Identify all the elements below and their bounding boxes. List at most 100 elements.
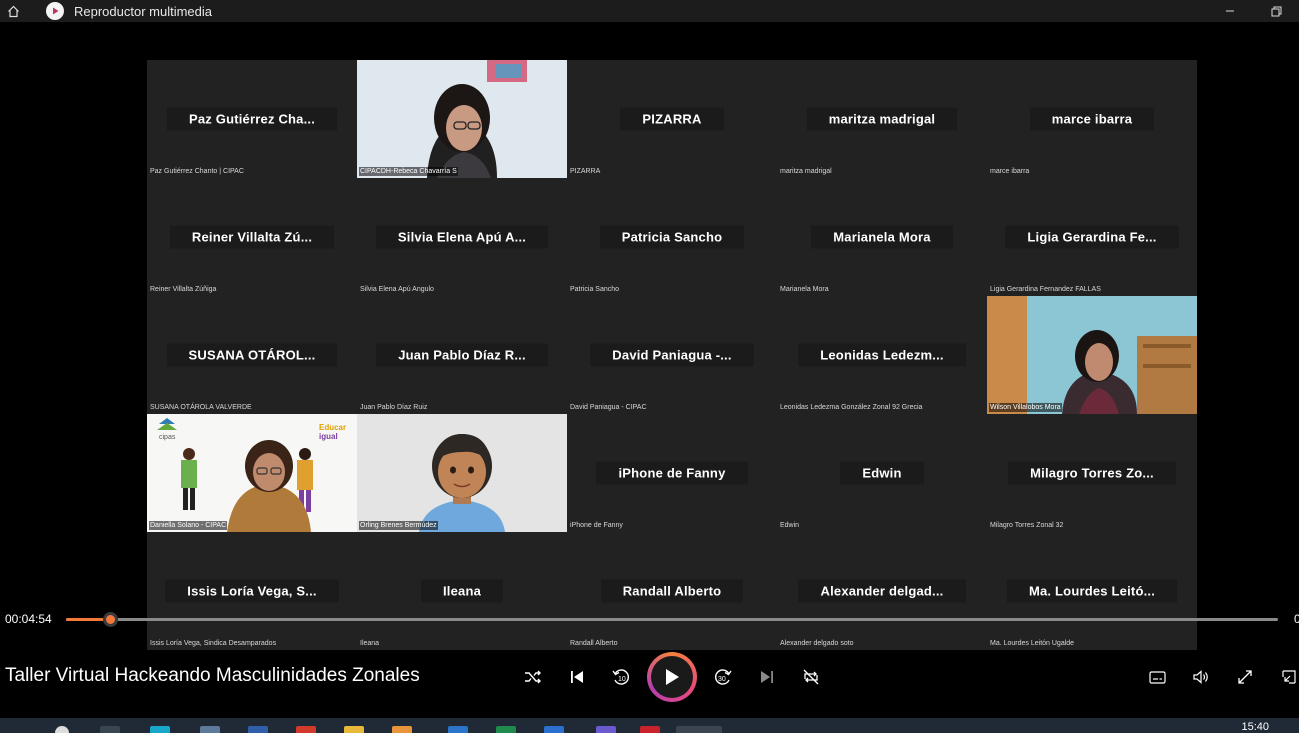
- acrobat-icon[interactable]: [640, 726, 660, 733]
- seek-bar-thumb[interactable]: [102, 612, 118, 627]
- participant-label: Daniella Solano - CIPAC: [149, 521, 228, 530]
- participant-label: SUSANA OTÁROLA VALVERDE: [150, 404, 252, 411]
- elapsed-time: 00:04:54: [5, 612, 52, 626]
- previous-icon[interactable]: [562, 662, 592, 692]
- home-icon[interactable]: [0, 0, 26, 22]
- folder-icon[interactable]: [344, 726, 364, 733]
- participant-tile[interactable]: Leonidas Ledezm... Leonidas Ledezma Gonzá…: [777, 296, 987, 414]
- repeat-off-icon[interactable]: [796, 662, 826, 692]
- participant-label: marce ibarra: [990, 168, 1030, 175]
- subtitles-icon[interactable]: [1142, 662, 1172, 692]
- participant-label: David Paniagua - CIPAC: [570, 404, 647, 411]
- svg-text:igual: igual: [319, 432, 338, 441]
- volume-icon[interactable]: [1186, 662, 1216, 692]
- participant-tile[interactable]: Ileana Ileana: [357, 532, 567, 650]
- participant-name-plate: Marianela Mora: [777, 225, 987, 249]
- participants-grid: Paz Gutiérrez Cha... Paz Gutiérrez Chanto…: [147, 60, 1197, 650]
- teams-icon[interactable]: [248, 726, 268, 733]
- participant-label: Randall Alberto: [570, 640, 618, 647]
- chrome-icon[interactable]: [296, 726, 316, 733]
- participant-label: Juan Pablo Díaz Ruiz: [360, 404, 428, 411]
- excel-icon[interactable]: [496, 726, 516, 733]
- participant-tile[interactable]: CIPACDH-Rebeca Chavarría S: [357, 60, 567, 178]
- participant-tile[interactable]: Juan Pablo Díaz R... Juan Pablo Díaz Ruiz: [357, 296, 567, 414]
- participant-tile[interactable]: Issis Loría Vega, S... Issis Loría Vega, …: [147, 532, 357, 650]
- participant-display-name: maritza madrigal: [806, 107, 958, 131]
- participant-label: CIPACDH-Rebeca Chavarría S: [359, 167, 458, 176]
- participant-name-plate: Ligia Gerardina Fe...: [987, 225, 1197, 249]
- participant-display-name: Milagro Torres Zo...: [1008, 461, 1176, 485]
- svg-text:30: 30: [718, 676, 726, 683]
- participant-tile[interactable]: Ma. Lourdes Leitó... Ma. Lourdes Leitón U…: [987, 532, 1197, 650]
- participant-label: Patricia Sancho: [570, 286, 620, 293]
- fullscreen-icon[interactable]: [1230, 662, 1260, 692]
- teams-chat-icon[interactable]: [596, 726, 616, 733]
- edge-icon[interactable]: [150, 726, 170, 733]
- media-player-taskbar-icon[interactable]: [676, 726, 722, 733]
- participant-label: Silvia Elena Apú Angulo: [360, 286, 434, 293]
- participant-name-plate: Patricia Sancho: [567, 225, 777, 249]
- minimize-button[interactable]: [1207, 0, 1253, 22]
- search-icon[interactable]: [55, 726, 69, 733]
- firefox-icon[interactable]: [392, 726, 412, 733]
- participant-name-plate: Issis Loría Vega, S...: [147, 579, 357, 603]
- participant-tile[interactable]: cipas Educar igual Daniella Solano - CIP…: [147, 414, 357, 532]
- participant-label: Reiner Villalta Zúñiga: [150, 286, 217, 293]
- participant-tile[interactable]: David Paniagua -... David Paniagua - CIPA…: [567, 296, 777, 414]
- participant-label: iPhone de Fanny: [570, 522, 623, 529]
- participant-display-name: Randall Alberto: [600, 579, 744, 603]
- play-icon: [651, 656, 693, 698]
- participant-display-name: SUSANA OTÁROL...: [166, 343, 338, 367]
- participant-tile[interactable]: Paz Gutiérrez Cha... Paz Gutiérrez Chanto…: [147, 60, 357, 178]
- participant-name-plate: Ma. Lourdes Leitó...: [987, 579, 1197, 603]
- participant-avatar: [357, 414, 567, 532]
- participant-tile[interactable]: Randall Alberto Randall Alberto: [567, 532, 777, 650]
- play-button[interactable]: [647, 652, 697, 702]
- participant-tile[interactable]: iPhone de Fanny iPhone de Fanny: [567, 414, 777, 532]
- participant-tile[interactable]: Edwin Edwin: [777, 414, 987, 532]
- participant-tile[interactable]: Wilson Villalobos Mora: [987, 296, 1197, 414]
- participant-display-name: Ma. Lourdes Leitó...: [1006, 579, 1178, 603]
- participant-name-plate: Edwin: [777, 461, 987, 485]
- file-explorer-icon[interactable]: [200, 726, 220, 733]
- participant-display-name: Ligia Gerardina Fe...: [1005, 225, 1179, 249]
- participant-label: Wilson Villalobos Mora: [989, 403, 1062, 412]
- participant-label: Marianela Mora: [780, 286, 829, 293]
- participant-tile[interactable]: Reiner Villalta Zú... Reiner Villalta Zúñ…: [147, 178, 357, 296]
- participant-label: Ma. Lourdes Leitón Ugalde: [990, 640, 1075, 647]
- participant-tile[interactable]: Silvia Elena Apú A... Silvia Elena Apú An…: [357, 178, 567, 296]
- participant-tile[interactable]: Alexander delgad... Alexander delgado sot…: [777, 532, 987, 650]
- seek-bar[interactable]: [66, 618, 1278, 621]
- restore-button[interactable]: [1253, 0, 1299, 22]
- participant-display-name: Marianela Mora: [811, 225, 953, 249]
- participant-tile[interactable]: SUSANA OTÁROL... SUSANA OTÁROLA VALVERDE: [147, 296, 357, 414]
- participant-display-name: Juan Pablo Díaz R...: [376, 343, 548, 367]
- taskbar-clock: 15:40: [1241, 721, 1269, 733]
- next-icon[interactable]: [752, 662, 782, 692]
- mini-player-icon[interactable]: [1274, 662, 1299, 692]
- svg-text:10: 10: [618, 676, 626, 683]
- participant-tile[interactable]: Patricia Sancho Patricia Sancho: [567, 178, 777, 296]
- participant-tile[interactable]: Milagro Torres Zo... Milagro Torres Zonal…: [987, 414, 1197, 532]
- participant-label: Paz Gutiérrez Chanto | CIPAC: [150, 168, 244, 175]
- participant-tile[interactable]: Orling Brenes Bermúdez: [357, 414, 567, 532]
- participant-display-name: Reiner Villalta Zú...: [169, 225, 335, 249]
- participant-label: Ileana: [360, 640, 380, 647]
- skip-back-10-icon[interactable]: 10: [606, 662, 636, 692]
- task-view-icon[interactable]: [100, 726, 120, 733]
- participant-name-plate: Randall Alberto: [567, 579, 777, 603]
- word-icon[interactable]: [544, 726, 564, 733]
- participant-label: Leonidas Ledezma González Zonal 92 Greci…: [780, 404, 923, 411]
- participant-tile[interactable]: PIZARRA PIZARRA: [567, 60, 777, 178]
- participant-tile[interactable]: maritza madrigal maritza madrigal: [777, 60, 987, 178]
- participant-display-name: Patricia Sancho: [599, 225, 745, 249]
- participant-display-name: Edwin: [840, 461, 924, 485]
- participant-tile[interactable]: marce ibarra marce ibarra: [987, 60, 1197, 178]
- participant-tile[interactable]: Ligia Gerardina Fe... Ligia Gerardina Fer…: [987, 178, 1197, 296]
- participant-display-name: marce ibarra: [1029, 107, 1155, 131]
- outlook-icon[interactable]: [448, 726, 468, 733]
- skip-forward-30-icon[interactable]: 30: [708, 662, 738, 692]
- shuffle-icon[interactable]: [518, 662, 548, 692]
- participant-display-name: Silvia Elena Apú A...: [375, 225, 549, 249]
- participant-tile[interactable]: Marianela Mora Marianela Mora: [777, 178, 987, 296]
